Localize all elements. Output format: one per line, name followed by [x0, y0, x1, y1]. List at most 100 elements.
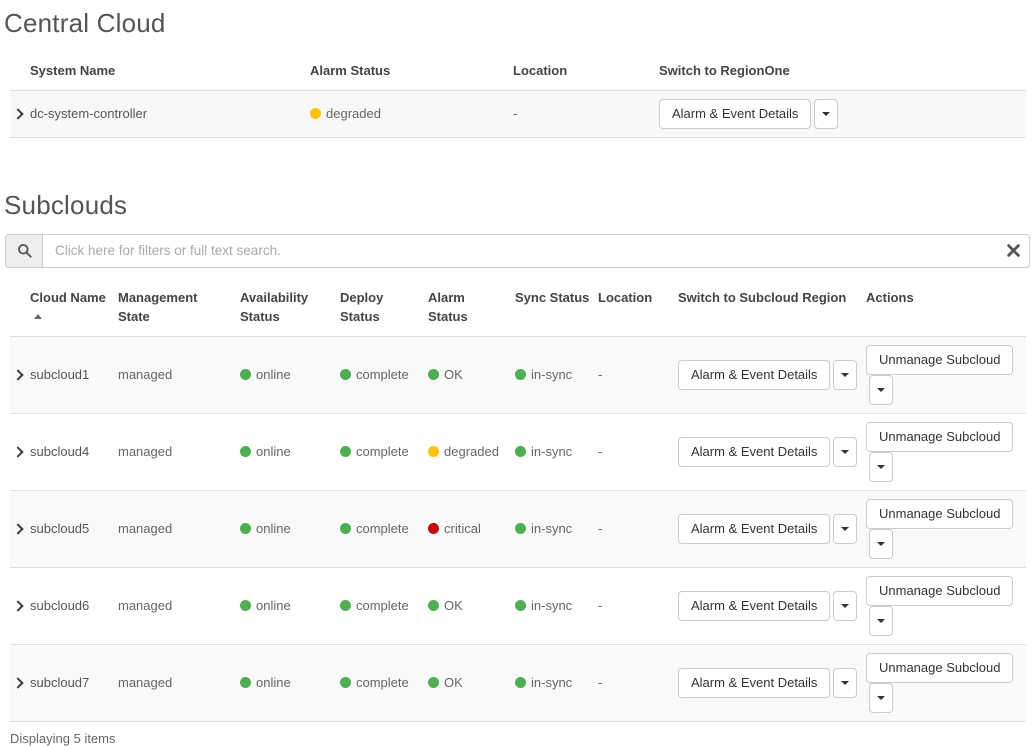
- sync-status-label: in-sync: [531, 598, 572, 613]
- cloud-name: subcloud5: [30, 490, 118, 567]
- actions-cell: Unmanage Subcloud: [866, 567, 1026, 644]
- col-cloud-name[interactable]: Cloud Name: [30, 280, 118, 336]
- availability-status-label: online: [256, 367, 291, 382]
- actions-dropdown-toggle[interactable]: [869, 375, 893, 405]
- alarm-status-label: critical: [444, 521, 481, 536]
- central-cloud-table: System Name Alarm Status Location Switch…: [10, 53, 1026, 138]
- location-cell: -: [513, 90, 659, 137]
- clear-search-icon[interactable]: [1007, 244, 1020, 257]
- location-cell: -: [598, 490, 678, 567]
- sort-ascending-icon: [34, 314, 42, 319]
- caret-down-icon: [822, 112, 830, 116]
- switch-cell: Alarm & Event Details: [678, 567, 866, 644]
- availability-status-dot: [240, 369, 251, 380]
- location-cell: -: [598, 567, 678, 644]
- col-availability-status[interactable]: Availability Status: [240, 280, 340, 336]
- deploy-status-label: complete: [356, 598, 409, 613]
- sync-status-cell: in-sync: [515, 413, 598, 490]
- alarm-status-label: OK: [444, 367, 463, 382]
- col-alarm-status[interactable]: Alarm Status: [310, 53, 513, 90]
- switch-cell: Alarm & Event Details: [659, 90, 1026, 137]
- deploy-status-label: complete: [356, 675, 409, 690]
- management-state: managed: [118, 567, 240, 644]
- alarm-status-cell: OK: [428, 644, 515, 721]
- deploy-status-cell: complete: [340, 567, 428, 644]
- availability-status-label: online: [256, 444, 291, 459]
- availability-status-label: online: [256, 598, 291, 613]
- sync-status-cell: in-sync: [515, 644, 598, 721]
- alarm-event-details-button[interactable]: Alarm & Event Details: [659, 99, 811, 129]
- expand-chevron-icon[interactable]: [12, 109, 23, 120]
- switch-cell: Alarm & Event Details: [678, 490, 866, 567]
- search-button[interactable]: [5, 234, 42, 268]
- expand-chevron-icon[interactable]: [12, 600, 23, 611]
- alarm-event-details-button[interactable]: Alarm & Event Details: [678, 591, 830, 621]
- details-dropdown-toggle[interactable]: [833, 360, 857, 390]
- alarm-status-cell: critical: [428, 490, 515, 567]
- col-system-name[interactable]: System Name: [30, 53, 310, 90]
- details-dropdown-toggle[interactable]: [833, 668, 857, 698]
- details-dropdown-toggle[interactable]: [814, 99, 838, 129]
- table-row: subcloud4managedonlinecompletedegradedin…: [10, 413, 1026, 490]
- cloud-name: subcloud1: [30, 336, 118, 413]
- col-location[interactable]: Location: [598, 280, 678, 336]
- filter-search-input[interactable]: [42, 234, 1030, 268]
- location-cell: -: [598, 336, 678, 413]
- expand-chevron-icon[interactable]: [12, 677, 23, 688]
- sync-status-dot: [515, 523, 526, 534]
- caret-down-icon: [877, 465, 885, 469]
- details-dropdown-toggle[interactable]: [833, 591, 857, 621]
- caret-down-icon: [841, 681, 849, 685]
- alarm-status-dot: [428, 369, 439, 380]
- deploy-status-label: complete: [356, 444, 409, 459]
- row-count-status: Displaying 5 items: [10, 731, 1032, 746]
- expand-chevron-icon[interactable]: [12, 446, 23, 457]
- col-sync-status[interactable]: Sync Status: [515, 280, 598, 336]
- deploy-status-cell: complete: [340, 413, 428, 490]
- availability-status-cell: online: [240, 336, 340, 413]
- deploy-status-dot: [340, 446, 351, 457]
- alarm-event-details-button[interactable]: Alarm & Event Details: [678, 437, 830, 467]
- deploy-status-dot: [340, 369, 351, 380]
- actions-dropdown-toggle[interactable]: [869, 683, 893, 713]
- sync-status-label: in-sync: [531, 367, 572, 382]
- col-alarm-status[interactable]: Alarm Status: [428, 280, 515, 336]
- alarm-event-details-button[interactable]: Alarm & Event Details: [678, 668, 830, 698]
- col-location[interactable]: Location: [513, 53, 659, 90]
- alarm-event-details-button[interactable]: Alarm & Event Details: [678, 360, 830, 390]
- actions-dropdown-toggle[interactable]: [869, 606, 893, 636]
- unmanage-subcloud-button[interactable]: Unmanage Subcloud: [866, 576, 1013, 606]
- col-switch-subcloud-region: Switch to Subcloud Region: [678, 280, 866, 336]
- expand-chevron-icon[interactable]: [12, 369, 23, 380]
- availability-status-cell: online: [240, 644, 340, 721]
- alarm-event-details-button[interactable]: Alarm & Event Details: [678, 514, 830, 544]
- details-dropdown-toggle[interactable]: [833, 437, 857, 467]
- central-cloud-row: dc-system-controller degraded - Alarm & …: [10, 90, 1026, 137]
- availability-status-dot: [240, 677, 251, 688]
- unmanage-subcloud-button[interactable]: Unmanage Subcloud: [866, 653, 1013, 683]
- unmanage-subcloud-button[interactable]: Unmanage Subcloud: [866, 422, 1013, 452]
- actions-dropdown-toggle[interactable]: [869, 529, 893, 559]
- table-row: subcloud5managedonlinecompletecriticalin…: [10, 490, 1026, 567]
- filter-searchbar: [5, 234, 1030, 268]
- table-row: subcloud6managedonlinecompleteOKin-sync-…: [10, 567, 1026, 644]
- system-name: dc-system-controller: [30, 90, 310, 137]
- cloud-name: subcloud4: [30, 413, 118, 490]
- actions-cell: Unmanage Subcloud: [866, 644, 1026, 721]
- expand-chevron-icon[interactable]: [12, 523, 23, 534]
- deploy-status-cell: complete: [340, 336, 428, 413]
- col-management-state[interactable]: Management State: [118, 280, 240, 336]
- actions-dropdown-toggle[interactable]: [869, 452, 893, 482]
- availability-status-cell: online: [240, 413, 340, 490]
- sync-status-label: in-sync: [531, 444, 572, 459]
- deploy-status-label: complete: [356, 521, 409, 536]
- col-actions: Actions: [866, 280, 1026, 336]
- col-deploy-status[interactable]: Deploy Status: [340, 280, 428, 336]
- unmanage-subcloud-button[interactable]: Unmanage Subcloud: [866, 499, 1013, 529]
- details-dropdown-toggle[interactable]: [833, 514, 857, 544]
- unmanage-subcloud-button[interactable]: Unmanage Subcloud: [866, 345, 1013, 375]
- sync-status-dot: [515, 369, 526, 380]
- alarm-status-cell: OK: [428, 567, 515, 644]
- central-cloud-header-row: System Name Alarm Status Location Switch…: [10, 53, 1026, 90]
- sync-status-dot: [515, 677, 526, 688]
